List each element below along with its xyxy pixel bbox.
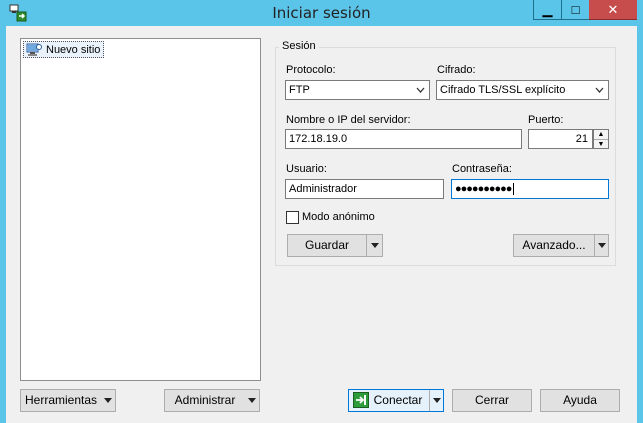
user-input[interactable]: Administrador [285, 179, 444, 199]
connect-dropdown-icon[interactable] [429, 390, 443, 411]
chevron-down-icon[interactable]: ▼ [594, 140, 608, 149]
host-input[interactable]: 172.18.19.0 [285, 129, 522, 149]
text-cursor [513, 183, 517, 195]
port-input[interactable]: 21 [528, 129, 593, 149]
help-button[interactable]: Ayuda [540, 389, 620, 412]
password-value: ●●●●●●●●●● [455, 183, 512, 195]
close-button[interactable]: ✕ [589, 0, 637, 20]
tree-item-new-site[interactable]: Nuevo sitio [23, 41, 105, 58]
host-label: Nombre o IP del servidor: [286, 114, 411, 126]
tools-label: Herramientas [24, 393, 98, 407]
manage-button[interactable]: Administrar [164, 389, 260, 412]
encryption-value: Cifrado TLS/SSL explícito [440, 84, 566, 96]
anonymous-label[interactable]: Modo anónimo [302, 211, 375, 223]
chevron-down-icon [101, 390, 115, 411]
chevron-down-icon [416, 81, 425, 106]
advanced-label: Avanzado... [522, 238, 586, 252]
advanced-button[interactable]: Avanzado... [513, 234, 609, 257]
port-label: Puerto: [528, 114, 564, 126]
connect-button[interactable]: Conectar [348, 389, 444, 412]
anonymous-checkbox[interactable] [286, 211, 299, 224]
password-input[interactable]: ●●●●●●●●●● [451, 179, 609, 199]
tree-item-label: Nuevo sitio [46, 43, 101, 56]
connect-label: Conectar [373, 393, 423, 407]
maximize-button[interactable]: □ [561, 0, 589, 20]
close-dialog-button[interactable]: Cerrar [452, 389, 532, 412]
protocol-label: Protocolo: [286, 64, 336, 76]
protocol-value: FTP [289, 84, 310, 96]
chevron-down-icon [245, 390, 259, 411]
tools-button[interactable]: Herramientas [20, 389, 116, 412]
encryption-select[interactable]: Cifrado TLS/SSL explícito [436, 80, 609, 100]
session-legend: Sesión [279, 40, 319, 52]
encryption-label: Cifrado: [437, 64, 476, 76]
chevron-up-icon[interactable]: ▲ [594, 130, 608, 140]
save-dropdown-icon[interactable] [366, 235, 382, 256]
advanced-dropdown-icon[interactable] [594, 235, 608, 256]
password-label: Contraseña: [452, 163, 512, 175]
server-site-icon [26, 43, 42, 57]
chevron-down-icon [595, 81, 604, 106]
save-label: Guardar [304, 238, 350, 252]
user-label: Usuario: [286, 163, 327, 175]
manage-label: Administrar [174, 393, 236, 407]
port-spinner[interactable]: ▲ ▼ [593, 129, 609, 149]
site-tree[interactable] [20, 38, 261, 381]
minimize-button[interactable]: ▁ [533, 0, 561, 20]
connect-icon [353, 392, 369, 408]
protocol-select[interactable]: FTP [285, 80, 430, 100]
save-button[interactable]: Guardar [287, 234, 383, 257]
